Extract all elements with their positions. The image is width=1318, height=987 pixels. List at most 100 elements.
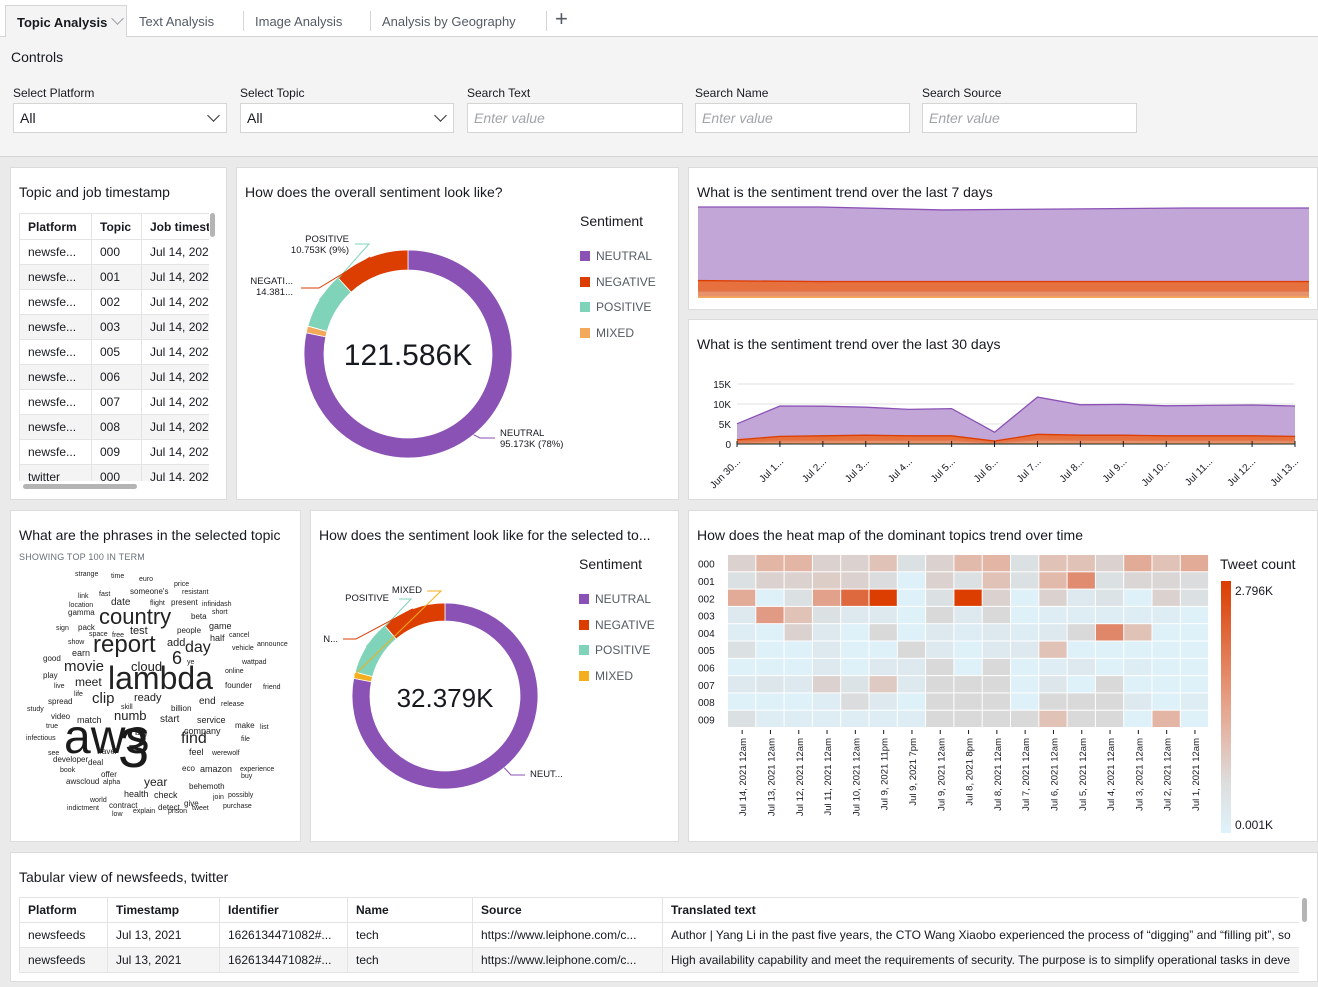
- heatmap-cell[interactable]: [1068, 624, 1095, 640]
- word-cloud-term[interactable]: developer: [53, 756, 88, 764]
- column-header[interactable]: Source: [473, 898, 663, 923]
- word-cloud-term[interactable]: strange: [75, 571, 98, 578]
- word-cloud-term[interactable]: lambda: [108, 662, 213, 694]
- heatmap-cell[interactable]: [1039, 555, 1066, 571]
- heatmap-cell[interactable]: [785, 555, 812, 571]
- heatmap-cell[interactable]: [1181, 711, 1208, 727]
- word-cloud-term[interactable]: price: [174, 581, 189, 588]
- heatmap-cell[interactable]: [813, 590, 840, 606]
- heatmap-cell[interactable]: [841, 659, 868, 675]
- heatmap-cell[interactable]: [1124, 590, 1151, 606]
- heatmap-cell[interactable]: [1124, 693, 1151, 709]
- word-cloud-term[interactable]: ready: [134, 693, 162, 704]
- heatmap-cell[interactable]: [954, 607, 981, 623]
- select-platform-dropdown[interactable]: All: [13, 103, 227, 133]
- heatmap-cell[interactable]: [1068, 693, 1095, 709]
- legend-item-mixed[interactable]: MIXED: [579, 669, 633, 683]
- heatmap-cell[interactable]: [954, 624, 981, 640]
- heatmap-cell[interactable]: [785, 693, 812, 709]
- heatmap-cell[interactable]: [983, 676, 1010, 692]
- heatmap-cell[interactable]: [1181, 590, 1208, 606]
- heatmap-cell[interactable]: [1096, 624, 1123, 640]
- heatmap-cell[interactable]: [1068, 607, 1095, 623]
- heatmap-cell[interactable]: [841, 676, 868, 692]
- select-topic-dropdown[interactable]: All: [240, 103, 454, 133]
- heatmap-cell[interactable]: [1068, 555, 1095, 571]
- heatmap-cell[interactable]: [1011, 711, 1038, 727]
- word-cloud-term[interactable]: friend: [263, 684, 281, 691]
- heatmap-cell[interactable]: [1181, 624, 1208, 640]
- heatmap-cell[interactable]: [926, 590, 953, 606]
- heatmap-cell[interactable]: [1181, 607, 1208, 623]
- word-cloud-term[interactable]: euro: [139, 576, 153, 583]
- word-cloud-term[interactable]: life: [74, 691, 83, 698]
- heatmap-cell[interactable]: [1039, 572, 1066, 588]
- column-header[interactable]: Platform: [20, 898, 108, 923]
- heatmap-cell[interactable]: [841, 555, 868, 571]
- heatmap-cell[interactable]: [926, 693, 953, 709]
- heatmap-cell[interactable]: [1011, 642, 1038, 658]
- heatmap-cell[interactable]: [898, 659, 925, 675]
- heatmap-cell[interactable]: [1039, 624, 1066, 640]
- word-cloud-term[interactable]: offer: [101, 771, 117, 779]
- heatmap-cell[interactable]: [1039, 590, 1066, 606]
- word-cloud-term[interactable]: fast: [99, 591, 110, 598]
- heatmap-cell[interactable]: [898, 590, 925, 606]
- heatmap-cell[interactable]: [1011, 555, 1038, 571]
- heatmap-cell[interactable]: [1153, 642, 1180, 658]
- column-header[interactable]: Job timest: [142, 214, 210, 240]
- heatmap-cell[interactable]: [870, 555, 897, 571]
- add-sheet-button[interactable]: +: [555, 6, 568, 32]
- heatmap-cell[interactable]: [1011, 693, 1038, 709]
- heatmap-cell[interactable]: [785, 572, 812, 588]
- word-cloud-term[interactable]: present: [171, 599, 198, 607]
- heatmap-cell[interactable]: [813, 607, 840, 623]
- donut-slice-negative[interactable]: [338, 250, 408, 292]
- vertical-scrollbar[interactable]: [210, 213, 215, 237]
- column-header[interactable]: Name: [348, 898, 473, 923]
- heatmap-cell[interactable]: [785, 659, 812, 675]
- word-cloud-term[interactable]: werewolf: [212, 750, 240, 757]
- heatmap-cell[interactable]: [1153, 590, 1180, 606]
- heatmap-cell[interactable]: [728, 624, 755, 640]
- chevron-down-icon[interactable]: [111, 12, 124, 25]
- word-cloud-term[interactable]: clip: [92, 691, 115, 706]
- heatmap-cell[interactable]: [1096, 659, 1123, 675]
- heatmap-cell[interactable]: [728, 607, 755, 623]
- heatmap-cell[interactable]: [813, 711, 840, 727]
- heatmap-cell[interactable]: [728, 642, 755, 658]
- heatmap-cell[interactable]: [785, 590, 812, 606]
- heatmap-cell[interactable]: [898, 624, 925, 640]
- heatmap-cell[interactable]: [983, 572, 1010, 588]
- search-text-input[interactable]: [468, 104, 682, 132]
- heatmap-cell[interactable]: [756, 572, 783, 588]
- heatmap-cell[interactable]: [1068, 572, 1095, 588]
- heatmap-cell[interactable]: [1096, 693, 1123, 709]
- word-cloud-term[interactable]: beta: [191, 613, 207, 621]
- word-cloud-term[interactable]: sign: [56, 625, 69, 632]
- table-row[interactable]: newsfeedsJul 13, 20211626134471082#...te…: [20, 948, 1300, 973]
- heatmap-cell[interactable]: [813, 624, 840, 640]
- heatmap-cell[interactable]: [813, 659, 840, 675]
- word-cloud-term[interactable]: possibly: [228, 792, 253, 799]
- word-cloud-term[interactable]: show: [68, 639, 84, 646]
- heatmap-cell[interactable]: [1039, 711, 1066, 727]
- word-cloud-term[interactable]: vehicle: [232, 645, 254, 652]
- heatmap-cell[interactable]: [1153, 693, 1180, 709]
- heatmap-cell[interactable]: [785, 642, 812, 658]
- heatmap-cell[interactable]: [1124, 676, 1151, 692]
- word-cloud-term[interactable]: amazon: [200, 765, 232, 774]
- heatmap-cell[interactable]: [1153, 676, 1180, 692]
- heatmap-cell[interactable]: [1068, 642, 1095, 658]
- heatmap-cell[interactable]: [1011, 607, 1038, 623]
- heatmap-cell[interactable]: [954, 711, 981, 727]
- heatmap-cell[interactable]: [1096, 590, 1123, 606]
- heatmap-cell[interactable]: [813, 642, 840, 658]
- table-row[interactable]: newsfe...008Jul 14, 202: [20, 415, 210, 440]
- word-cloud-term[interactable]: announce: [257, 641, 288, 648]
- legend-item-positive[interactable]: POSITIVE: [580, 300, 651, 314]
- word-cloud-term[interactable]: someone's: [130, 588, 168, 596]
- heatmap-cell[interactable]: [728, 693, 755, 709]
- word-cloud-term[interactable]: book: [60, 767, 75, 774]
- word-cloud-term[interactable]: indictment: [67, 805, 99, 812]
